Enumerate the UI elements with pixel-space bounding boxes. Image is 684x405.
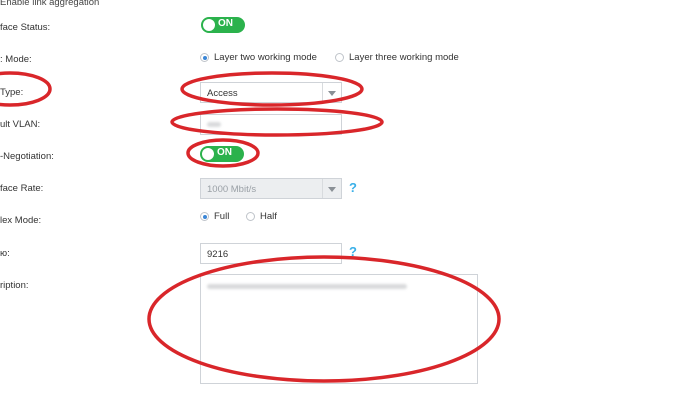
toggle-knob	[203, 19, 215, 31]
layer-two-mode-radio[interactable]	[200, 53, 209, 62]
toggle-state-text: ON	[217, 147, 232, 158]
description-label: ription:	[0, 280, 29, 291]
duplex-full-radio[interactable]	[200, 212, 209, 221]
auto-negotiation-toggle[interactable]: ON	[200, 146, 244, 162]
interface-status-label: face Status:	[0, 22, 51, 33]
port-mode-label: : Mode:	[0, 54, 32, 65]
type-select-value: Access	[207, 88, 238, 99]
help-icon[interactable]: ?	[349, 180, 357, 195]
mtu-value: 9216	[207, 249, 229, 260]
default-vlan-label: ult VLAN:	[0, 119, 41, 130]
help-icon[interactable]: ?	[349, 244, 357, 259]
type-select[interactable]: Access	[200, 82, 342, 103]
redacted-description	[207, 284, 407, 289]
duplex-half-label: Half	[260, 211, 277, 222]
toggle-knob	[202, 148, 214, 160]
layer-two-mode-label: Layer two working mode	[214, 52, 317, 63]
type-label: Type:	[0, 87, 24, 98]
interface-rate-select: 1000 Mbit/s	[200, 178, 342, 199]
toggle-state-text: ON	[218, 18, 233, 29]
link-aggregation-hint: Enable link aggregation	[0, 0, 100, 8]
layer-three-mode-label: Layer three working mode	[349, 52, 459, 63]
auto-negotiation-label: -Negotiation:	[0, 151, 54, 162]
layer-three-mode-radio[interactable]	[335, 53, 344, 62]
interface-rate-label: face Rate:	[0, 183, 44, 194]
chevron-down-icon	[322, 179, 341, 198]
duplex-half-radio[interactable]	[246, 212, 255, 221]
duplex-full-label: Full	[214, 211, 230, 222]
interface-status-toggle[interactable]: ON	[201, 17, 245, 33]
interface-rate-value: 1000 Mbit/s	[207, 184, 257, 195]
mtu-input[interactable]: 9216	[200, 243, 342, 264]
duplex-mode-label: lex Mode:	[0, 215, 42, 226]
default-vlan-input[interactable]	[200, 114, 342, 135]
mtu-label: ю:	[0, 248, 10, 259]
chevron-down-icon[interactable]	[322, 83, 341, 102]
redacted-value	[207, 122, 221, 127]
description-textarea[interactable]	[200, 274, 478, 384]
